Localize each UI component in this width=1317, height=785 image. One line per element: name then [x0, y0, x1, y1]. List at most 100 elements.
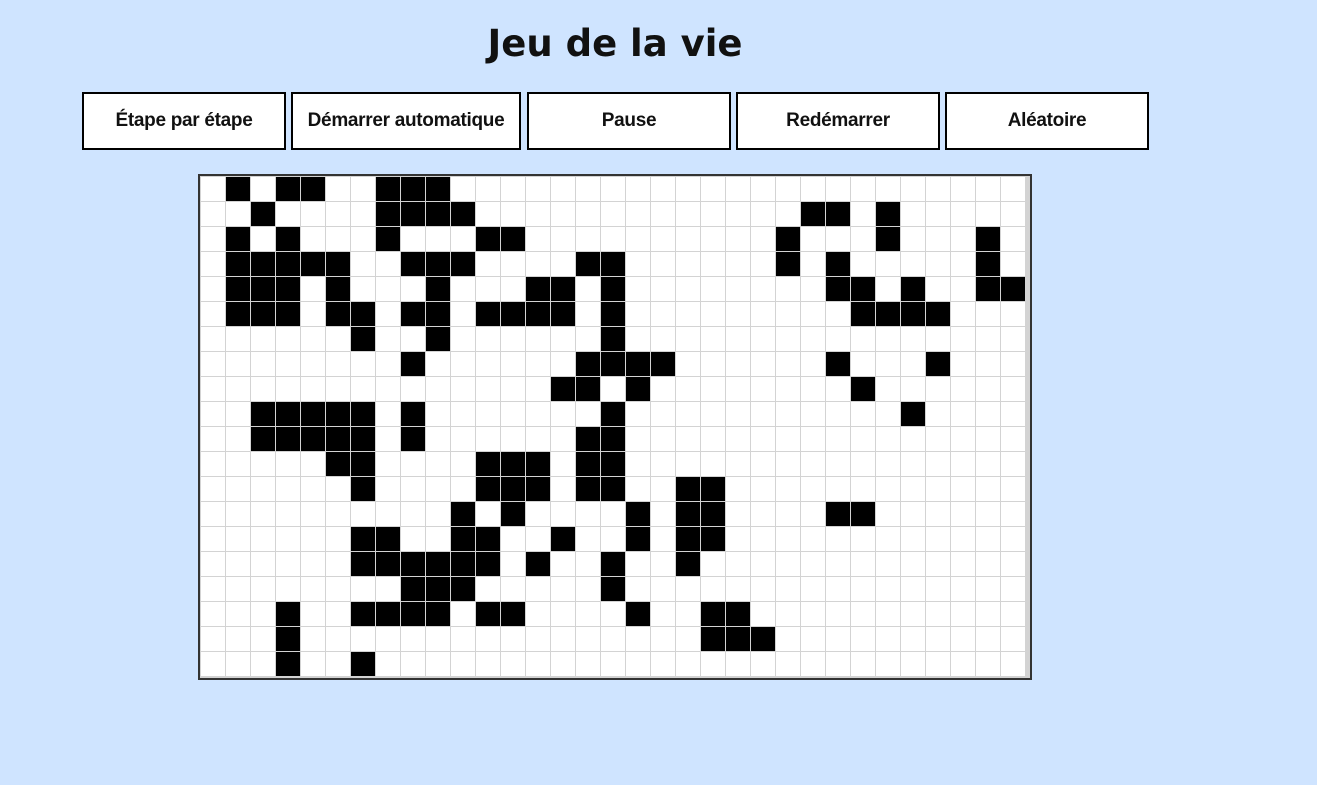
grid-cell-alive[interactable] — [601, 427, 625, 451]
grid-cell-alive[interactable] — [476, 477, 500, 501]
grid-cell-dead[interactable] — [751, 452, 775, 476]
grid-cell-alive[interactable] — [676, 502, 700, 526]
grid-cell-dead[interactable] — [776, 202, 800, 226]
grid-cell-dead[interactable] — [901, 502, 925, 526]
grid-cell-dead[interactable] — [701, 277, 725, 301]
grid-cell-dead[interactable] — [901, 352, 925, 376]
grid-cell-alive[interactable] — [401, 577, 425, 601]
step-button[interactable]: Étape par étape — [82, 92, 286, 150]
grid-cell-dead[interactable] — [976, 552, 1000, 576]
grid-cell-dead[interactable] — [451, 377, 475, 401]
grid-cell-dead[interactable] — [426, 402, 450, 426]
grid-cell-alive[interactable] — [526, 477, 550, 501]
grid-cell-dead[interactable] — [726, 452, 750, 476]
grid-cell-dead[interactable] — [576, 552, 600, 576]
grid-cell-dead[interactable] — [601, 227, 625, 251]
grid-cell-dead[interactable] — [976, 202, 1000, 226]
grid-cell-dead[interactable] — [626, 452, 650, 476]
grid-cell-alive[interactable] — [701, 502, 725, 526]
grid-cell-dead[interactable] — [676, 177, 700, 201]
grid-cell-dead[interactable] — [976, 427, 1000, 451]
grid-cell-alive[interactable] — [876, 302, 900, 326]
grid-cell-dead[interactable] — [201, 577, 225, 601]
grid-cell-dead[interactable] — [926, 427, 950, 451]
grid-cell-alive[interactable] — [451, 252, 475, 276]
grid-cell-alive[interactable] — [351, 652, 375, 676]
grid-cell-dead[interactable] — [751, 177, 775, 201]
grid-cell-dead[interactable] — [926, 202, 950, 226]
grid-cell-alive[interactable] — [426, 202, 450, 226]
grid-cell-dead[interactable] — [876, 552, 900, 576]
grid-cell-alive[interactable] — [601, 277, 625, 301]
grid-cell-dead[interactable] — [651, 477, 675, 501]
grid-cell-dead[interactable] — [376, 502, 400, 526]
grid-cell-dead[interactable] — [801, 652, 825, 676]
grid-cell-dead[interactable] — [476, 377, 500, 401]
grid-cell-dead[interactable] — [301, 577, 325, 601]
grid-cell-dead[interactable] — [276, 502, 300, 526]
grid-cell-dead[interactable] — [351, 177, 375, 201]
grid-cell-dead[interactable] — [751, 577, 775, 601]
grid-cell-dead[interactable] — [401, 327, 425, 351]
grid-cell-dead[interactable] — [701, 252, 725, 276]
grid-cell-dead[interactable] — [651, 427, 675, 451]
grid-cell-dead[interactable] — [576, 652, 600, 676]
grid-cell-alive[interactable] — [326, 427, 350, 451]
grid-cell-dead[interactable] — [851, 577, 875, 601]
grid-cell-dead[interactable] — [826, 602, 850, 626]
grid-cell-dead[interactable] — [451, 352, 475, 376]
grid-cell-dead[interactable] — [676, 227, 700, 251]
grid-cell-dead[interactable] — [451, 227, 475, 251]
grid-cell-dead[interactable] — [751, 527, 775, 551]
grid-cell-dead[interactable] — [301, 627, 325, 651]
grid-cell-dead[interactable] — [326, 352, 350, 376]
grid-cell-alive[interactable] — [401, 252, 425, 276]
grid-cell-dead[interactable] — [901, 652, 925, 676]
grid-cell-dead[interactable] — [401, 227, 425, 251]
grid-cell-alive[interactable] — [601, 402, 625, 426]
grid-cell-dead[interactable] — [626, 277, 650, 301]
grid-cell-dead[interactable] — [851, 252, 875, 276]
grid-cell-dead[interactable] — [726, 277, 750, 301]
grid-cell-alive[interactable] — [826, 502, 850, 526]
grid-cell-dead[interactable] — [276, 327, 300, 351]
grid-cell-dead[interactable] — [701, 327, 725, 351]
grid-cell-dead[interactable] — [726, 427, 750, 451]
grid-cell-alive[interactable] — [476, 302, 500, 326]
grid-cell-dead[interactable] — [626, 177, 650, 201]
grid-cell-dead[interactable] — [826, 652, 850, 676]
grid-cell-dead[interactable] — [976, 652, 1000, 676]
grid-cell-alive[interactable] — [351, 402, 375, 426]
grid-cell-dead[interactable] — [401, 452, 425, 476]
grid-cell-dead[interactable] — [251, 527, 275, 551]
grid-cell-dead[interactable] — [676, 252, 700, 276]
grid-cell-dead[interactable] — [776, 327, 800, 351]
grid-cell-dead[interactable] — [201, 452, 225, 476]
grid-cell-dead[interactable] — [651, 527, 675, 551]
grid-cell-dead[interactable] — [526, 227, 550, 251]
grid-cell-dead[interactable] — [701, 552, 725, 576]
grid-cell-dead[interactable] — [551, 502, 575, 526]
grid-cell-dead[interactable] — [526, 427, 550, 451]
grid-cell-dead[interactable] — [926, 552, 950, 576]
grid-cell-dead[interactable] — [551, 452, 575, 476]
grid-cell-alive[interactable] — [601, 477, 625, 501]
grid-cell-dead[interactable] — [251, 227, 275, 251]
grid-cell-dead[interactable] — [651, 452, 675, 476]
grid-cell-dead[interactable] — [876, 652, 900, 676]
grid-cell-dead[interactable] — [251, 627, 275, 651]
grid-cell-alive[interactable] — [426, 252, 450, 276]
grid-cell-dead[interactable] — [326, 527, 350, 551]
grid-cell-dead[interactable] — [551, 427, 575, 451]
grid-cell-dead[interactable] — [826, 327, 850, 351]
grid-cell-dead[interactable] — [726, 202, 750, 226]
grid-cell-dead[interactable] — [226, 427, 250, 451]
grid-cell-dead[interactable] — [551, 252, 575, 276]
grid-cell-dead[interactable] — [376, 327, 400, 351]
grid-cell-dead[interactable] — [476, 577, 500, 601]
grid-cell-dead[interactable] — [201, 202, 225, 226]
grid-cell-alive[interactable] — [726, 602, 750, 626]
grid-cell-dead[interactable] — [576, 602, 600, 626]
grid-cell-dead[interactable] — [326, 327, 350, 351]
grid-cell-dead[interactable] — [376, 577, 400, 601]
